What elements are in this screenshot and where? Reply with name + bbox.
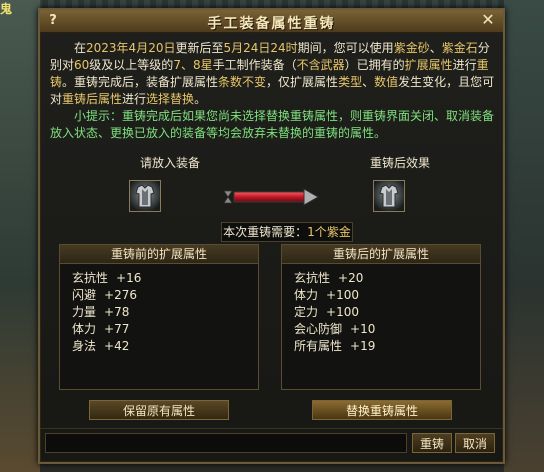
attribute-value: +20 [338,271,364,285]
description-run: 。 [194,92,207,106]
description-run: 5月24日24时 [223,41,298,55]
attribute-value: +100 [326,305,359,319]
attribute-list: 玄抗性 +20 体力 +100 定力 +100 会心防御 +10 所有属性 +19 [282,264,480,355]
description-run: 在 [74,41,87,55]
attributes-after-panel: 重铸后的扩展属性 玄抗性 +20 体力 +100 定力 +100 会心防御 +10 所有属性 +1… [281,244,481,390]
armor-icon [379,184,399,208]
chat-input[interactable] [45,433,407,453]
description-run: ）已拥有的 [344,58,405,72]
recast-cost: 本次重铸需要：1个紫金石 [221,222,353,257]
description-run: ，仅扩展属性 [266,75,339,89]
description-run: 、 [362,75,375,89]
description-run: 60 [74,58,90,72]
attribute-row: 玄抗性 +20 [294,270,480,287]
description-text: 在2023年4月20日更新后至5月24日24时期间，您可以使用紫金砂、紫金石分别… [50,40,495,142]
description-paragraph-tip: 小提示：重铸完成后如果您尚未选择替换重铸属性，则重铸界面关闭、取消装备放入状态、… [50,108,495,142]
bottom-bar: 重铸 取消 [40,428,503,463]
description-paragraph-rules: 在2023年4月20日更新后至5月24日24时期间，您可以使用紫金砂、紫金石分别… [50,40,495,108]
attribute-row: 会心防御 +10 [294,321,480,338]
description-run: 更新后至 [175,41,224,55]
description-run: 选择替换 [146,92,195,106]
attribute-row: 闪避 +276 [72,287,258,304]
result-slot-label: 重铸后效果 [369,156,430,170]
scene-left-edge [0,0,40,472]
attribute-list: 玄抗性 +16 闪避 +276 力量 +78 体力 +77 身法 +42 [60,264,258,355]
description-run: 紫金石 [441,41,478,55]
attribute-value: +42 [104,339,130,353]
description-run: 级及以上等级的 [89,58,174,72]
attribute-name: 玄抗性 [294,271,331,285]
attribute-row: 体力 +77 [72,321,258,338]
attribute-name: 所有属性 [294,339,343,353]
attribute-value: +100 [326,288,359,302]
description-run: 重铸后属性 [62,92,123,106]
attribute-name: 体力 [72,322,97,336]
attribute-name: 体力 [294,288,319,302]
attribute-row: 玄抗性 +16 [72,270,258,287]
attribute-name: 玄抗性 [72,271,109,285]
description-run: 期间，您可以使用 [297,41,394,55]
attribute-row: 所有属性 +19 [294,338,480,355]
attribute-row: 力量 +78 [72,304,258,321]
attribute-row: 定力 +100 [294,304,480,321]
attribute-row: 身法 +42 [72,338,258,355]
description-run: 扩展属性 [404,58,453,72]
scene-corner-text: 鬼 [0,2,13,16]
attribute-value: +10 [350,322,376,336]
description-run: 数值 [374,75,399,89]
scene-right-edge [504,0,544,472]
description-run: 不含武器 [296,58,345,72]
attribute-value: +78 [104,305,130,319]
attribute-name: 身法 [72,339,97,353]
armor-icon [135,184,155,208]
description-run: 类型 [338,75,363,89]
attribute-value: +276 [104,288,137,302]
panel-header: 重铸前的扩展属性 [60,245,258,264]
cost-prefix: 本次重铸需要： [223,225,308,239]
attribute-name: 力量 [72,305,97,319]
description-run: 进行 [452,58,477,72]
recast-arrow-icon [223,188,320,206]
description-run: 条数不变 [218,75,267,89]
window-titlebar[interactable]: ? 手工装备属性重铸 ✕ [40,10,503,33]
attribute-row: 体力 +100 [294,287,480,304]
description-run: 7、8星 [173,58,213,72]
equipment-recast-window: ? 手工装备属性重铸 ✕ 在2023年4月20日更新后至5月24日24时期间，您… [38,8,505,464]
equipment-result-slot[interactable] [373,180,405,212]
cost-amount: 1个 [307,225,327,239]
attributes-before-panel: 重铸前的扩展属性 玄抗性 +16 闪避 +276 力量 +78 体力 +77 身法 +42 [59,244,259,390]
description-run: 。重铸完成后，装备扩展属性 [62,75,219,89]
panel-header: 重铸后的扩展属性 [282,245,480,264]
close-icon[interactable]: ✕ [479,11,497,29]
window-title: 手工装备属性重铸 [207,16,336,32]
keep-original-button[interactable]: 保留原有属性 [89,400,229,420]
description-run: 手工制作装备（ [212,58,297,72]
description-run: 紫金砂 [393,41,430,55]
description-run: 、 [429,41,442,55]
equipment-input-slot[interactable] [129,180,161,212]
attribute-name: 定力 [294,305,319,319]
description-run: 2023年4月20日 [86,41,176,55]
source-slot-label: 请放入装备 [139,156,200,170]
attribute-name: 会心防御 [294,322,343,336]
replace-attributes-button[interactable]: 替换重铸属性 [312,400,452,420]
description-run: 小提示：重铸完成后如果您尚未选择替换重铸属性，则重铸界面关闭、取消装备放入状态、… [50,109,495,140]
cancel-button[interactable]: 取消 [455,433,495,453]
attribute-name: 闪避 [72,288,97,302]
description-run: 进行 [122,92,147,106]
recast-button[interactable]: 重铸 [412,433,452,453]
attribute-value: +77 [104,322,130,336]
attribute-value: +16 [116,271,142,285]
attribute-value: +19 [350,339,376,353]
